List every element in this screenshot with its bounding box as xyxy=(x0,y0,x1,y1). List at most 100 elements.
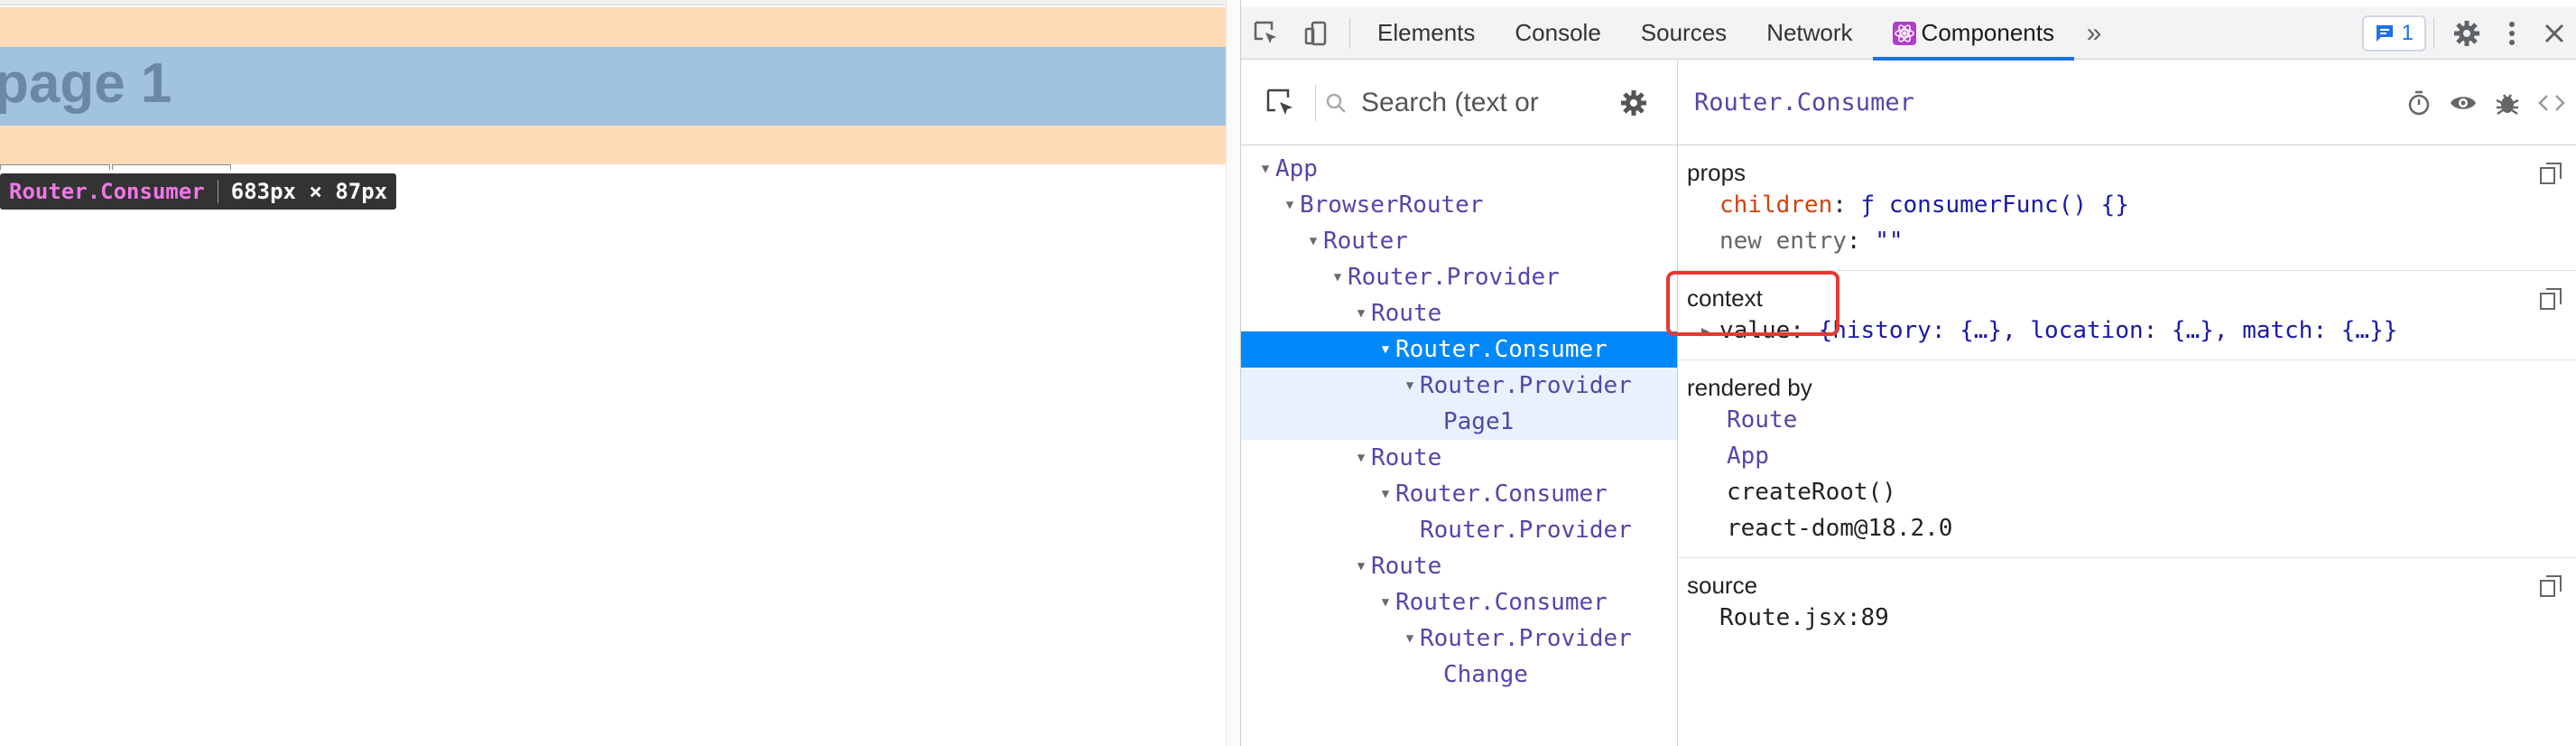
tooltip-size: 683px × 87px xyxy=(230,179,388,204)
tree-node-label: Router.Provider xyxy=(1348,264,1560,291)
close-devtools-icon[interactable] xyxy=(2532,7,2576,60)
tree-node-label: App xyxy=(1275,155,1318,182)
issues-count: 1 xyxy=(2401,20,2414,45)
inspector-actions xyxy=(2405,89,2576,117)
react-icon xyxy=(1892,21,1916,45)
tree-node[interactable]: ▼ BrowserRouter xyxy=(1241,187,1677,223)
stopwatch-icon[interactable] xyxy=(2405,89,2432,117)
inspect-tooltip: Router.Consumer 683px × 87px xyxy=(0,173,397,210)
source-section: source Route.jsx:89 xyxy=(1678,558,2576,647)
expand-triangle-icon[interactable]: ▼ xyxy=(1256,162,1275,176)
tree-node-label: Router.Provider xyxy=(1420,372,1632,399)
component-search-input[interactable] xyxy=(1361,87,1605,118)
tab-console[interactable]: Console xyxy=(1495,7,1620,60)
tree-node[interactable]: ▼ Route xyxy=(1241,440,1677,476)
tree-node-label: Router.Consumer xyxy=(1395,589,1608,616)
copy-icon[interactable] xyxy=(2539,287,2562,311)
expand-triangle-icon[interactable]: ▼ xyxy=(1328,270,1348,284)
copy-icon[interactable] xyxy=(2539,574,2562,598)
tree-node-selected[interactable]: ▼ Router.Consumer xyxy=(1241,331,1677,368)
eye-icon[interactable] xyxy=(2449,89,2478,117)
expand-triangle-icon[interactable]: ▼ xyxy=(1351,451,1371,465)
tree-node-label: Router.Consumer xyxy=(1395,336,1608,363)
inspect-element-icon[interactable] xyxy=(1241,7,1292,60)
rendered-by-item: react-dom@18.2.0 xyxy=(1727,515,1953,542)
select-element-icon[interactable] xyxy=(1265,87,1297,119)
issues-badge[interactable]: 1 xyxy=(2361,14,2426,51)
expand-triangle-icon[interactable]: ▼ xyxy=(1351,306,1371,321)
tree-node-label: Router.Provider xyxy=(1420,517,1632,544)
tree-node[interactable]: Router.Provider xyxy=(1241,512,1677,548)
message-icon xyxy=(2376,24,2393,42)
rendered-by-section: rendered by Route App createRoot() react… xyxy=(1678,360,2576,558)
tree-node[interactable]: ▼ Router.Consumer xyxy=(1241,476,1677,512)
page-top-bar xyxy=(0,0,1226,5)
search-divider xyxy=(1315,84,1316,121)
overlay-edge-left xyxy=(0,164,110,170)
tree-node[interactable]: ▼ Route xyxy=(1241,295,1677,331)
source-location[interactable]: Route.jsx:89 xyxy=(1687,600,2576,636)
prop-row-new-entry[interactable]: new entry: "" xyxy=(1687,223,2576,259)
tooltip-component-name: Router.Consumer xyxy=(9,179,205,204)
kebab-menu-icon[interactable] xyxy=(2492,7,2532,60)
expand-triangle-icon[interactable]: ▼ xyxy=(1400,378,1420,393)
tree-node-label: Route xyxy=(1371,553,1442,580)
rendered-by-title: rendered by xyxy=(1687,373,1812,401)
tree-node[interactable]: ▼ App xyxy=(1241,151,1677,187)
more-tabs-icon[interactable]: » xyxy=(2074,7,2114,60)
tree-node[interactable]: Change xyxy=(1241,657,1677,693)
copy-icon[interactable] xyxy=(2539,162,2562,185)
tab-components[interactable]: Components xyxy=(1872,7,2075,61)
expand-triangle-icon[interactable]: ▼ xyxy=(1400,631,1420,646)
toolbar-divider xyxy=(2433,17,2434,49)
component-tree: ▼ App ▼ BrowserRouter ▼ Router ▼ Router.Prov… xyxy=(1241,145,1677,693)
tree-search-bar xyxy=(1241,61,1677,145)
props-section: props children: ƒ consumerFunc() {} new … xyxy=(1678,145,2576,271)
source-title: source xyxy=(1687,571,1758,599)
expand-triangle-icon[interactable]: ▼ xyxy=(1376,595,1395,610)
bug-icon[interactable] xyxy=(2494,89,2521,117)
devtools-panel: Elements Console Sources Network Compone… xyxy=(1240,0,2576,746)
page-scrollbar[interactable] xyxy=(1226,0,1240,746)
page-viewport: page 1 Router.Consumer 683px × 87px xyxy=(0,0,1240,746)
overlay-edge-right xyxy=(112,164,231,170)
settings-gear-icon[interactable] xyxy=(1619,89,1648,117)
expand-triangle-icon[interactable]: ▼ xyxy=(1376,342,1395,357)
tree-node-label: BrowserRouter xyxy=(1300,191,1484,219)
tab-network[interactable]: Network xyxy=(1747,7,1872,60)
component-inspector: Router.Consumer props children: ƒ consum… xyxy=(1678,61,2576,746)
search-icon xyxy=(1326,93,1346,113)
rendered-by-item[interactable]: App xyxy=(1687,438,2576,474)
tree-node-label: Router.Consumer xyxy=(1395,480,1608,508)
tree-node-label: Route xyxy=(1371,300,1442,327)
tree-node[interactable]: ▼ Router xyxy=(1241,223,1677,259)
tab-sources[interactable]: Sources xyxy=(1621,7,1747,60)
view-source-icon[interactable] xyxy=(2537,89,2566,117)
toolbar-divider xyxy=(1349,17,1350,49)
inspector-header: Router.Consumer xyxy=(1678,61,2576,145)
expand-triangle-icon[interactable]: ▼ xyxy=(1303,234,1323,248)
tree-node-label: Route xyxy=(1371,444,1442,471)
device-toolbar-icon[interactable] xyxy=(1292,7,1342,60)
tree-node[interactable]: ▼ Router.Provider xyxy=(1241,259,1677,295)
settings-gear-icon[interactable] xyxy=(2442,7,2492,60)
tree-node[interactable]: ▼ Route xyxy=(1241,548,1677,584)
tree-node[interactable]: Page1 xyxy=(1241,404,1677,440)
devtools-tab-bar: Elements Console Sources Network Compone… xyxy=(1241,7,2576,61)
props-title: props xyxy=(1687,158,1747,186)
rendered-by-item: createRoot() xyxy=(1727,479,1896,506)
tree-node[interactable]: ▼ Router.Provider xyxy=(1241,368,1677,404)
tree-node[interactable]: ▼ Router.Consumer xyxy=(1241,584,1677,620)
tab-elements[interactable]: Elements xyxy=(1357,7,1495,60)
expand-triangle-icon[interactable]: ▼ xyxy=(1351,559,1371,573)
tab-components-label: Components xyxy=(1921,19,2054,46)
page-heading: page 1 xyxy=(0,52,172,115)
prop-row-children[interactable]: children: ƒ consumerFunc() {} xyxy=(1687,187,2576,223)
expand-triangle-icon[interactable]: ▼ xyxy=(1376,487,1395,501)
rendered-by-item[interactable]: Route xyxy=(1687,402,2576,438)
tree-node-label: Router xyxy=(1323,228,1408,255)
expand-triangle-icon[interactable]: ▼ xyxy=(1280,198,1300,212)
highlight-overlay-content xyxy=(0,47,1226,126)
tree-node-label: Page1 xyxy=(1443,408,1515,435)
tree-node[interactable]: ▼ Router.Provider xyxy=(1241,620,1677,657)
